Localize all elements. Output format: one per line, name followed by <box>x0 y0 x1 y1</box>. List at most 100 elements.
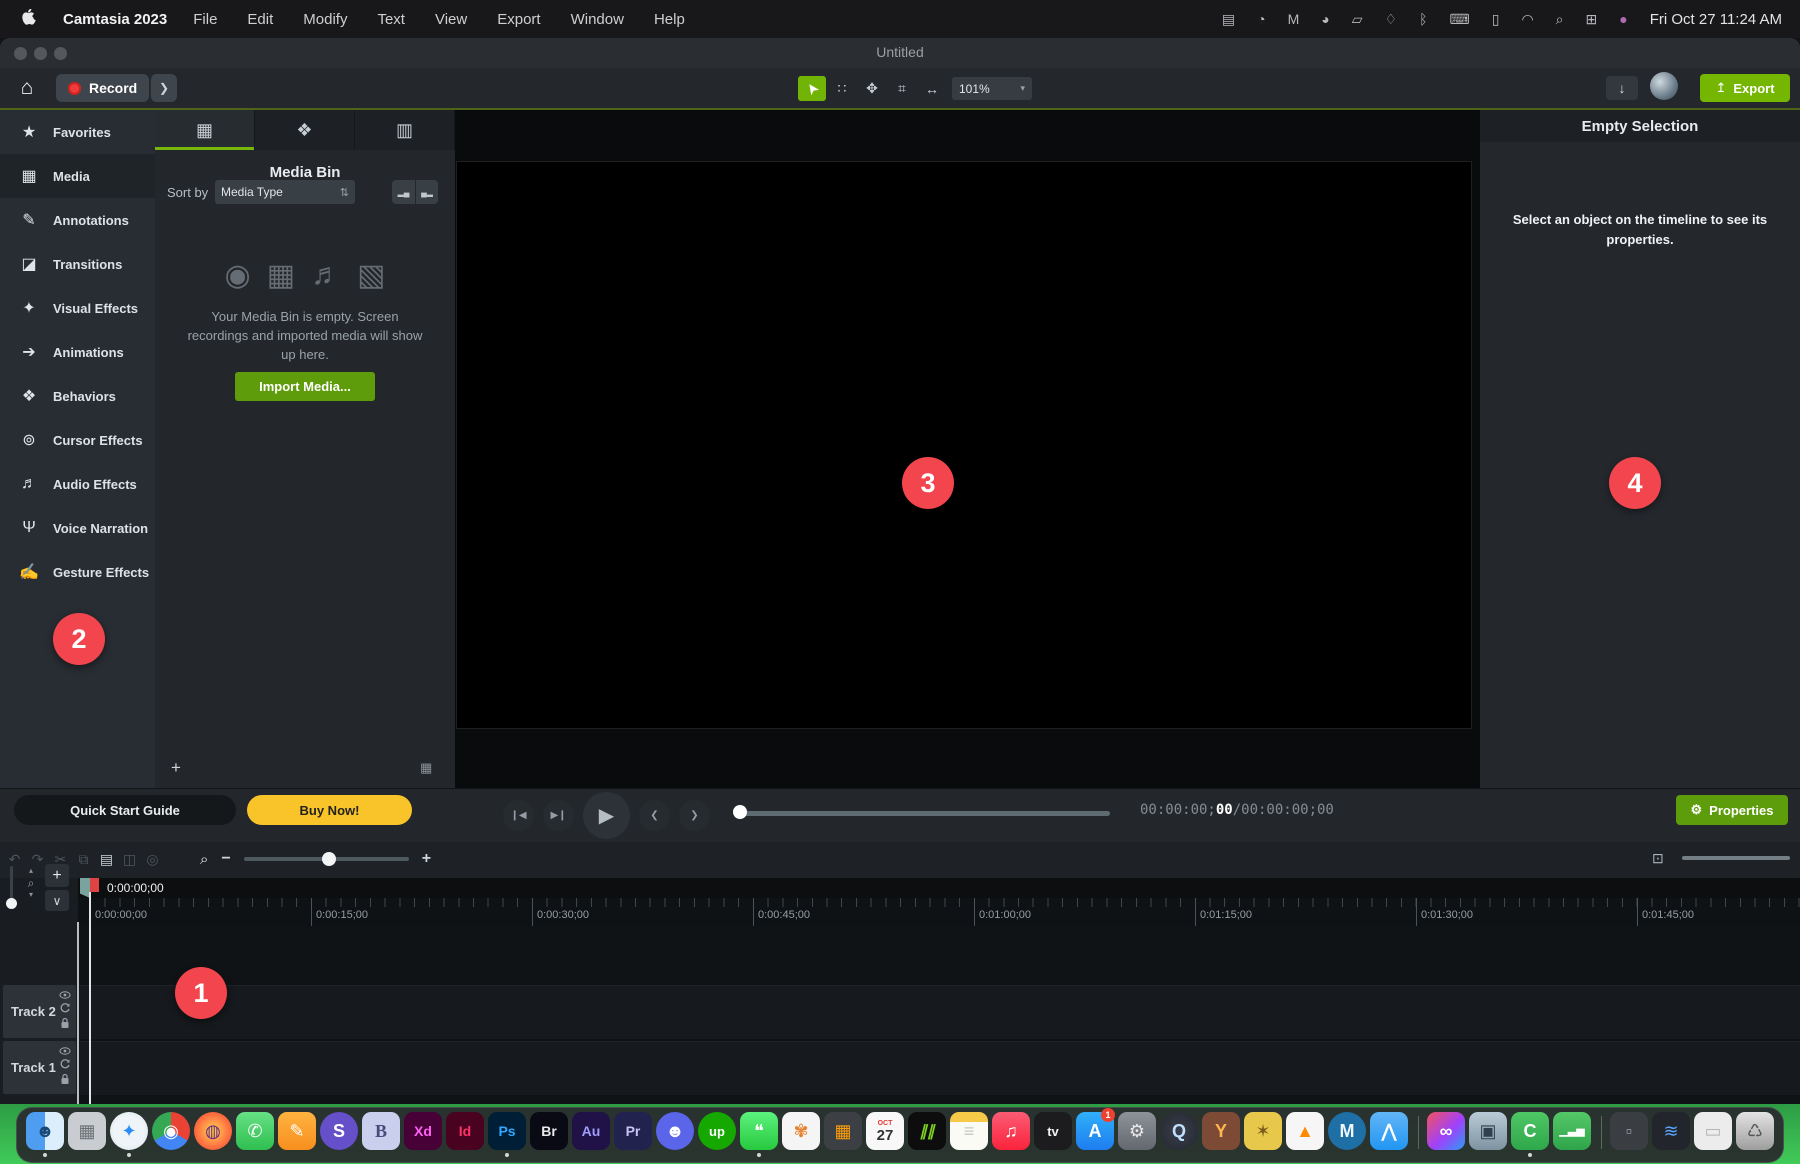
tab-assets[interactable]: ❖ <box>255 110 355 150</box>
canvas-zoom-dropdown[interactable]: 101% ▾ <box>952 77 1032 100</box>
scrubber-handle[interactable] <box>733 805 747 819</box>
zoom-out-button[interactable]: − <box>221 850 230 868</box>
quick-start-guide-button[interactable]: Quick Start Guide <box>14 795 236 825</box>
discord[interactable]: ☻ <box>655 1112 695 1161</box>
sort-descending-button[interactable]: ▄▂ <box>415 180 438 204</box>
select-tool[interactable]: ➤ <box>798 76 826 101</box>
thumbnail-size-icon[interactable]: ▦ <box>420 760 432 776</box>
scrubber-track[interactable] <box>737 811 1110 816</box>
adobe-photoshop[interactable]: Ps <box>487 1112 527 1161</box>
play-button[interactable]: ▶ <box>583 792 630 839</box>
transform-tool[interactable]: ∷ <box>828 76 856 101</box>
control-center-icon[interactable]: ⊞ <box>1586 11 1598 28</box>
crop-tool[interactable]: ⌗ <box>888 76 916 101</box>
zoom-in-button[interactable]: + <box>422 850 431 868</box>
s-app[interactable]: S <box>319 1112 359 1161</box>
timeline-zoom-handle[interactable] <box>322 852 336 866</box>
zoom-to-fit-control[interactable]: ▴ ⌕ ▾ <box>24 866 38 900</box>
spotlight-icon[interactable]: ⌕ <box>1556 11 1564 28</box>
adobe-audition[interactable]: Au <box>571 1112 611 1161</box>
menubar-app-name[interactable]: Camtasia 2023 <box>63 11 167 28</box>
properties-button[interactable]: ⚙ Properties <box>1676 795 1788 825</box>
launchpad[interactable]: ▦ <box>67 1112 107 1161</box>
add-track-button[interactable]: + <box>45 864 69 887</box>
sidebar-item-gesture-effects[interactable]: ✍ Gesture Effects <box>0 550 155 594</box>
jump-back-button[interactable]: ❮ <box>639 800 670 831</box>
adobe-premiere[interactable]: Pr <box>613 1112 653 1161</box>
track-2-lane[interactable] <box>80 985 1800 1039</box>
wifi-icon[interactable]: ◠ <box>1521 11 1533 28</box>
battery-icon[interactable]: ▯ <box>1492 11 1500 28</box>
lock-icon[interactable] <box>60 1017 70 1029</box>
playhead-handle[interactable] <box>90 878 99 892</box>
adobe-bridge[interactable]: Br <box>529 1112 569 1161</box>
adobe-xd[interactable]: Xd <box>403 1112 443 1161</box>
system-settings[interactable]: ⚙ <box>1117 1112 1157 1161</box>
screen-record-icon[interactable]: ◔ <box>1257 11 1265 28</box>
menubar-clock[interactable]: Fri Oct 27 11:24 AM <box>1650 11 1782 28</box>
facetime[interactable]: ✆ <box>235 1112 275 1161</box>
track-1-header[interactable]: Track 1 <box>3 1041 76 1094</box>
menu-item[interactable]: File <box>193 11 217 28</box>
track-2-header[interactable]: Track 2 <box>3 985 76 1038</box>
sidebar-item-behaviors[interactable]: ❖ Behaviors <box>0 374 155 418</box>
buy-now-button[interactable]: Buy Now! <box>247 795 412 825</box>
menu-item[interactable]: View <box>435 11 467 28</box>
playhead-line[interactable] <box>89 892 91 1104</box>
account-avatar[interactable] <box>1650 72 1678 100</box>
record-options-chevron[interactable]: ❯ <box>150 74 177 102</box>
tab-media-bin[interactable]: ▦ <box>155 110 255 150</box>
tab-library[interactable]: ▥ <box>355 110 455 150</box>
split-icon[interactable]: ◫ <box>121 845 138 873</box>
safari[interactable]: ✦ <box>109 1112 149 1161</box>
creative-cloud-icon[interactable]: ◕ <box>1321 11 1329 28</box>
messages[interactable]: ❝ <box>739 1112 779 1161</box>
sidebar-item-animations[interactable]: ➔ Animations <box>0 330 155 374</box>
menu-item[interactable]: Help <box>654 11 685 28</box>
sidebar-item-visual-effects[interactable]: ✦ Visual Effects <box>0 286 155 330</box>
apple-music[interactable]: ♫ <box>991 1112 1031 1161</box>
fit-timeline-icon[interactable]: ⊡ <box>1652 850 1664 867</box>
sort-ascending-button[interactable]: ▂▄ <box>392 180 415 204</box>
paste-icon[interactable]: ▤ <box>98 845 115 873</box>
sidebar-item-cursor-effects[interactable]: ⊚ Cursor Effects <box>0 418 155 462</box>
pan-tool[interactable]: ✥ <box>858 76 886 101</box>
adobe-indesign[interactable]: Id <box>445 1112 485 1161</box>
green-lines-app[interactable]: ∥∥ <box>907 1112 947 1161</box>
input-source-icon[interactable]: ⌨ <box>1450 11 1470 28</box>
menu-item[interactable]: Window <box>571 11 624 28</box>
download-button[interactable]: ↓ <box>1606 76 1638 100</box>
eye-icon[interactable] <box>59 1047 71 1055</box>
menu-item[interactable]: Export <box>497 11 540 28</box>
notes[interactable]: ≡ <box>949 1112 989 1161</box>
display-icon[interactable]: ▤ <box>1222 11 1235 28</box>
previous-frame-button[interactable]: ❙◀ <box>503 800 534 831</box>
pineapple-app[interactable]: ✶ <box>1243 1112 1283 1161</box>
vlc[interactable]: ▲ <box>1285 1112 1325 1161</box>
calculator[interactable]: ▦ <box>823 1112 863 1161</box>
sidebar-item-favorites[interactable]: ★ Favorites <box>0 110 155 154</box>
loop-icon[interactable] <box>60 1059 70 1069</box>
sort-type-dropdown[interactable]: Media Type ⇅ <box>215 180 355 204</box>
cocktail-app[interactable]: Y <box>1201 1112 1241 1161</box>
quicktime[interactable]: Q <box>1159 1112 1199 1161</box>
minimized-window-3[interactable]: ▭ <box>1693 1112 1733 1161</box>
collapse-tracks-button[interactable]: ∨ <box>45 890 69 911</box>
photos[interactable]: ✾ <box>781 1112 821 1161</box>
finder[interactable]: ☻ <box>25 1112 65 1161</box>
undo-icon[interactable]: ↶ <box>6 845 23 873</box>
gmail-icon[interactable]: M <box>1288 11 1300 28</box>
add-media-button[interactable]: + <box>165 758 187 778</box>
minimized-window-1[interactable]: ▫ <box>1609 1112 1649 1161</box>
camtasia[interactable]: C <box>1510 1112 1550 1161</box>
timeline-zoom-slider[interactable] <box>244 857 409 861</box>
menu-item[interactable]: Edit <box>247 11 273 28</box>
timeline-horizontal-scrollbar[interactable] <box>1682 856 1790 860</box>
chrome[interactable]: ◉ <box>151 1112 191 1161</box>
avatar-dot-icon[interactable]: ● <box>1619 11 1627 28</box>
upwork[interactable]: up <box>697 1112 737 1161</box>
dock-app[interactable] <box>1594 1112 1607 1161</box>
firefox[interactable]: ◍ <box>193 1112 233 1161</box>
shape-icon[interactable]: ♢ <box>1385 11 1398 28</box>
copy-icon[interactable]: ⧉ <box>75 845 92 873</box>
